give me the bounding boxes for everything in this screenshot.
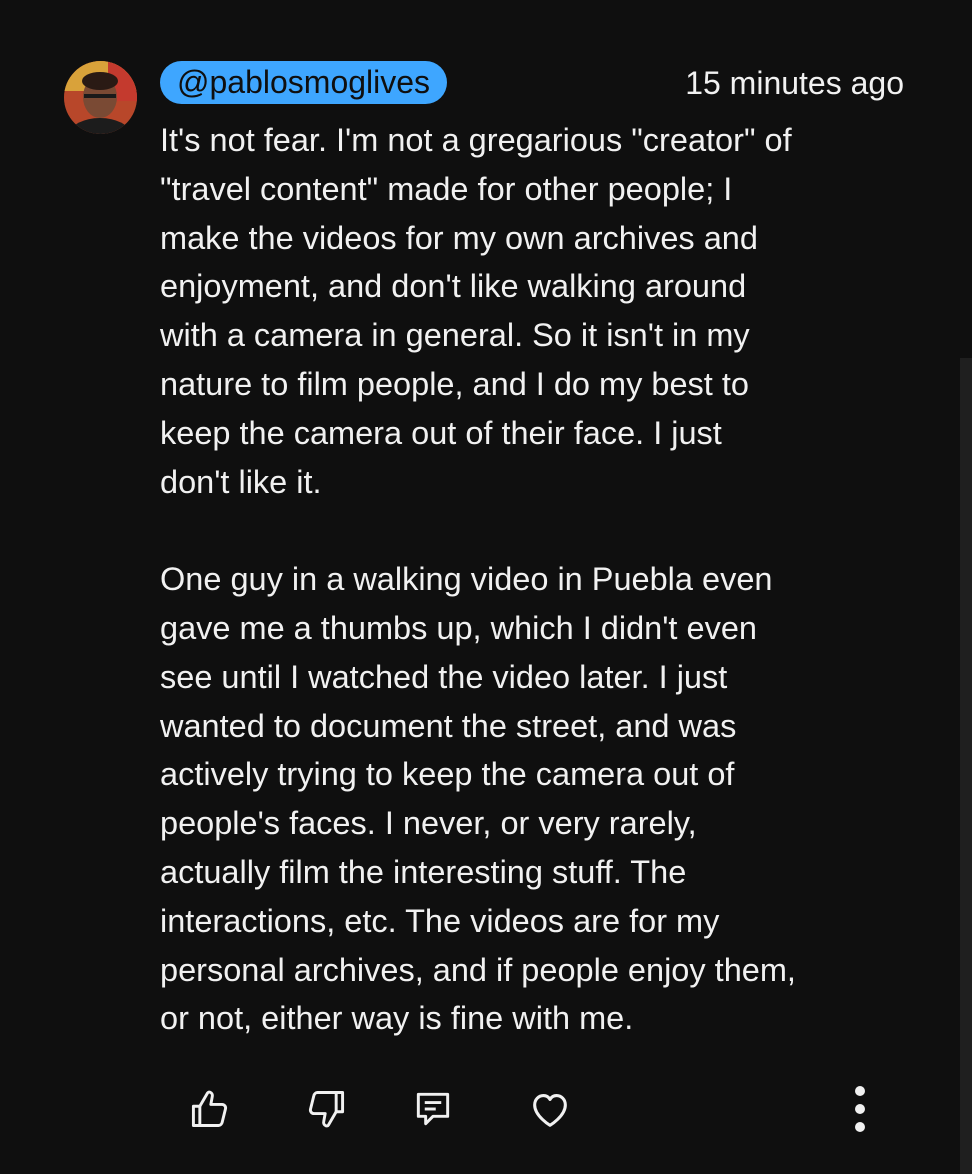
comment-paragraph: One guy in a walking video in Puebla eve… (160, 561, 796, 1037)
comment-body: It's not fear. I'm not a gregarious "cre… (160, 116, 932, 1043)
avatar-image (64, 61, 137, 134)
author-avatar[interactable] (64, 61, 137, 134)
author-name[interactable]: @pablosmoglives (160, 61, 448, 104)
comment-actions (0, 1083, 972, 1139)
dislike-button[interactable] (301, 1083, 353, 1135)
scrollbar-track[interactable] (960, 358, 972, 1174)
reply-icon (416, 1092, 450, 1126)
thumbs-up-icon (191, 1090, 228, 1127)
more-options-button[interactable] (834, 1083, 886, 1135)
reply-button[interactable] (407, 1083, 459, 1135)
thumbs-down-icon (308, 1091, 345, 1128)
comment-timestamp[interactable]: 15 minutes ago (685, 62, 904, 105)
comment-paragraph: It's not fear. I'm not a gregarious "cre… (160, 122, 792, 500)
heart-icon (533, 1094, 567, 1127)
like-button[interactable] (183, 1083, 235, 1135)
heart-button[interactable] (524, 1083, 576, 1135)
more-vertical-icon (855, 1086, 865, 1132)
